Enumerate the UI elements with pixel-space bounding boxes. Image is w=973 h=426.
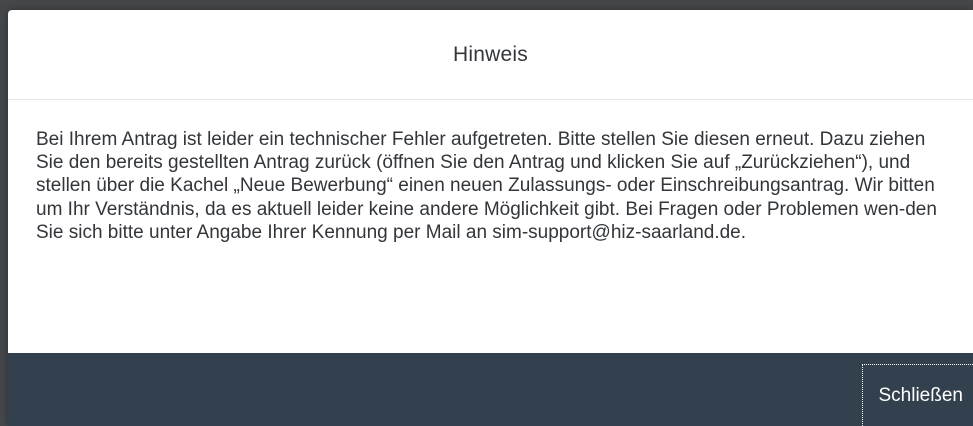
notice-dialog: Hinweis Bei Ihrem Antrag ist leider ein … (8, 10, 973, 426)
dialog-message: Bei Ihrem Antrag ist leider ein technisc… (36, 129, 937, 243)
close-button[interactable]: Schließen (861, 364, 973, 426)
dialog-content: Bei Ihrem Antrag ist leider ein technisc… (8, 100, 973, 352)
dialog-footer: Schließen (8, 353, 973, 426)
dialog-title: Hinweis (453, 42, 528, 66)
dialog-header: Hinweis (8, 10, 973, 100)
